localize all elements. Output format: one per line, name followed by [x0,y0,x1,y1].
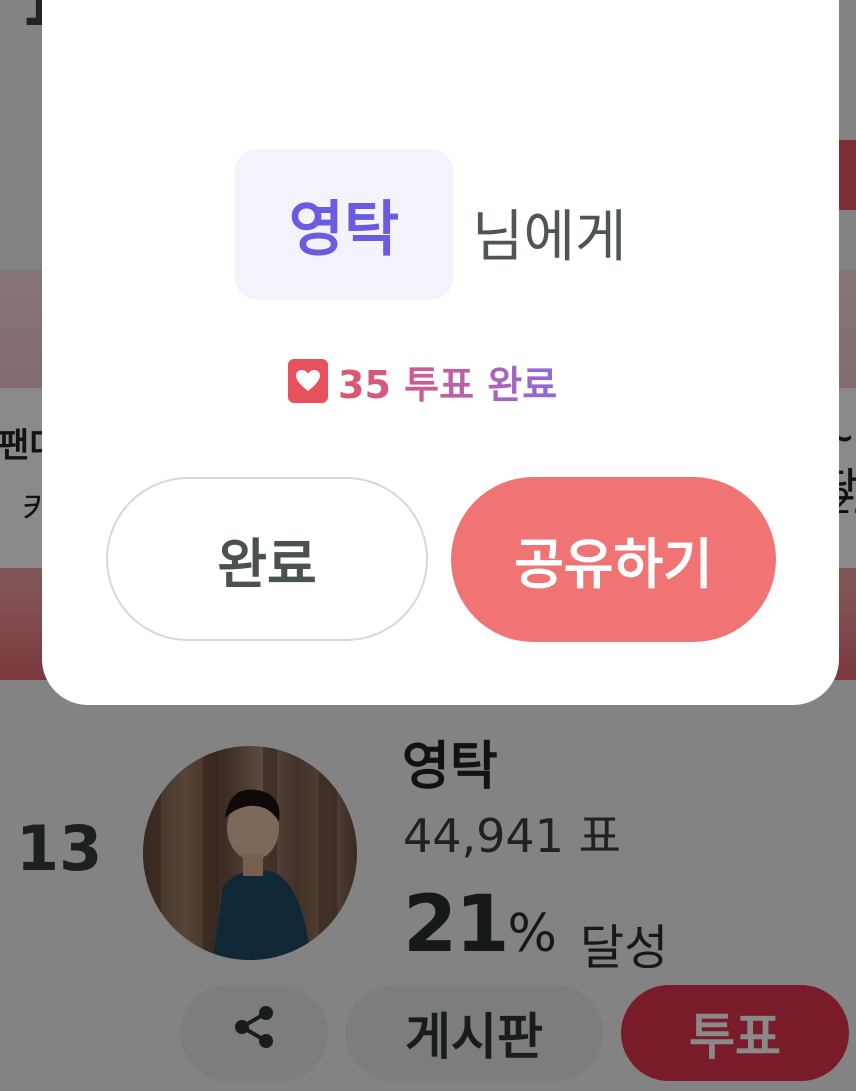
vote-result-text: 35 투표 완료 [338,354,557,409]
vote-result: 35 투표 완료 [288,354,557,409]
share-dialog-button[interactable]: 공유하기 [451,477,776,642]
done-button[interactable]: 완료 [106,477,428,641]
recipient-suffix: 님에게 [472,205,627,270]
recipient-name: 영탁 [235,149,453,300]
heart-icon [288,359,328,403]
